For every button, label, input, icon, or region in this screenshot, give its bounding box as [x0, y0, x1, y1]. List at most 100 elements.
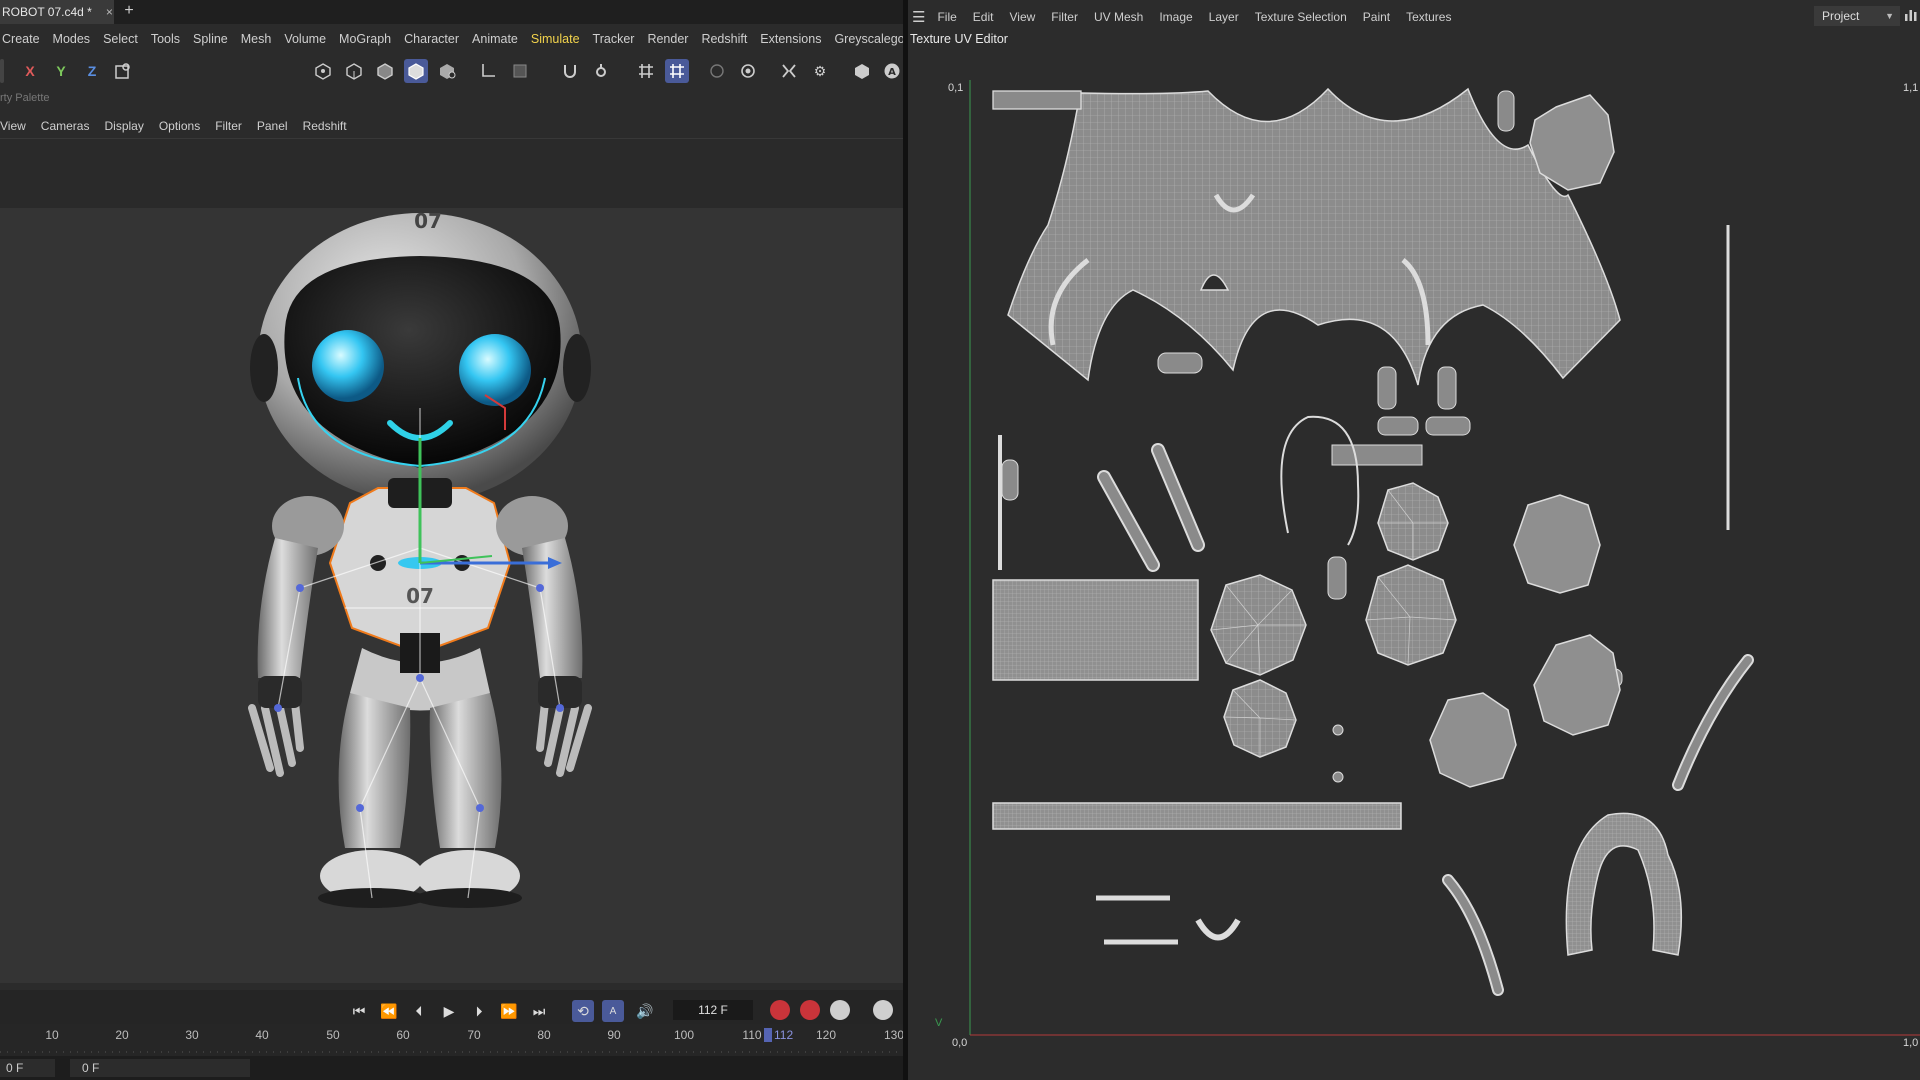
- viewport-menu-cameras[interactable]: Cameras: [41, 119, 90, 133]
- uv-menu-image[interactable]: Image: [1159, 10, 1192, 24]
- new-tab-button[interactable]: +: [120, 2, 138, 22]
- layout-bars-icon[interactable]: [1904, 8, 1918, 22]
- end-frame-field[interactable]: 0 F: [70, 1059, 250, 1077]
- uv-editor-title: Texture UV Editor: [910, 32, 1008, 46]
- ruler-ticks: [0, 1051, 903, 1053]
- menu-mograph[interactable]: MoGraph: [339, 32, 391, 46]
- playback-rate-icon[interactable]: A: [602, 1000, 624, 1022]
- simulation-icon[interactable]: [777, 59, 801, 83]
- viewport-menu-view[interactable]: View: [0, 119, 26, 133]
- tweak-mode-icon[interactable]: [508, 59, 532, 83]
- menu-animate[interactable]: Animate: [472, 32, 518, 46]
- previous-frame-icon[interactable]: ⏴: [408, 1000, 430, 1022]
- points-mode-icon[interactable]: [311, 59, 335, 83]
- menu-mesh[interactable]: Mesh: [241, 32, 272, 46]
- menu-tracker[interactable]: Tracker: [593, 32, 635, 46]
- menu-volume[interactable]: Volume: [284, 32, 326, 46]
- autokey-icon[interactable]: [800, 1000, 820, 1020]
- axis-mode-icon[interactable]: [476, 59, 500, 83]
- menu-render[interactable]: Render: [647, 32, 688, 46]
- keyframe-settings-icon[interactable]: [830, 1000, 850, 1020]
- current-frame-field[interactable]: 112 F: [673, 1000, 753, 1020]
- model-mode-icon[interactable]: [404, 59, 428, 83]
- menu-redshift[interactable]: Redshift: [701, 32, 747, 46]
- snap-icon[interactable]: [558, 59, 582, 83]
- redshift-icon[interactable]: [850, 59, 874, 83]
- lock-x-axis-button[interactable]: X: [18, 59, 42, 83]
- coordinate-system-icon[interactable]: [111, 59, 135, 83]
- viewport-menu-filter[interactable]: Filter: [215, 119, 242, 133]
- uv-island-capsule: [1001, 459, 1019, 501]
- tick-label: 20: [115, 1028, 129, 1042]
- toolbar-edge: [0, 59, 4, 83]
- document-tab[interactable]: ROBOT 07.c4d * ×: [0, 0, 114, 24]
- snap-settings-icon[interactable]: [589, 59, 613, 83]
- viewport-menu-redshift[interactable]: Redshift: [303, 119, 347, 133]
- uv-island-capsule: [1377, 416, 1419, 436]
- sound-icon[interactable]: 🔊: [634, 1000, 656, 1022]
- lock-y-axis-button[interactable]: Y: [49, 59, 73, 83]
- close-tab-icon[interactable]: ×: [106, 5, 113, 19]
- tick-label: 110: [742, 1028, 762, 1042]
- uv-coord-top-right: 1,1: [1903, 82, 1919, 94]
- menu-tools[interactable]: Tools: [151, 32, 180, 46]
- timeline-ruler[interactable]: 10 20 30 40 50 60 70 80 90 100 110 120 1…: [0, 1024, 903, 1056]
- polygons-mode-icon[interactable]: [373, 59, 397, 83]
- menu-modes[interactable]: Modes: [53, 32, 91, 46]
- go-to-start-icon[interactable]: ⏮: [348, 1000, 370, 1022]
- robot-model[interactable]: 07 07: [0, 208, 903, 983]
- v-axis-label: V: [935, 1017, 943, 1029]
- viewport-menu-display[interactable]: Display: [104, 119, 143, 133]
- main-menubar: Create Modes Select Tools Spline Mesh Vo…: [0, 27, 903, 51]
- uv-island-strip-top: [992, 90, 1082, 110]
- uv-island-capsule: [1327, 556, 1347, 600]
- render-settings-icon[interactable]: [736, 59, 760, 83]
- next-frame-icon[interactable]: ⏵: [468, 1000, 490, 1022]
- project-dropdown-label: Project: [1822, 9, 1860, 23]
- menu-select[interactable]: Select: [103, 32, 138, 46]
- menu-extensions[interactable]: Extensions: [760, 32, 821, 46]
- menu-character[interactable]: Character: [404, 32, 459, 46]
- menu-spline[interactable]: Spline: [193, 32, 228, 46]
- playhead-handle[interactable]: [764, 1028, 772, 1042]
- uv-menu-view[interactable]: View: [1009, 10, 1035, 24]
- viewport-menu-options[interactable]: Options: [159, 119, 200, 133]
- uv-menu-textures[interactable]: Textures: [1406, 10, 1451, 24]
- uv-mode-icon[interactable]: [435, 59, 459, 83]
- render-region-icon[interactable]: [705, 59, 729, 83]
- menu-create[interactable]: Create: [2, 32, 40, 46]
- uv-island-discs-left: [1210, 574, 1307, 758]
- record-keys-icon[interactable]: [770, 1000, 790, 1020]
- 3d-viewport[interactable]: 07 07: [0, 208, 903, 983]
- previous-key-icon[interactable]: ⏪: [378, 1000, 400, 1022]
- next-key-icon[interactable]: ⏩: [498, 1000, 520, 1022]
- uv-menu-layer[interactable]: Layer: [1209, 10, 1239, 24]
- viewport-header-area: [0, 138, 903, 209]
- go-to-end-icon[interactable]: ⏭: [528, 1000, 550, 1022]
- menu-greyscalegorilla[interactable]: Greyscalegorilla: [834, 32, 903, 46]
- uv-menu-edit[interactable]: Edit: [973, 10, 994, 24]
- menu-simulate[interactable]: Simulate: [531, 32, 580, 46]
- uv-menu-uv-mesh[interactable]: UV Mesh: [1094, 10, 1143, 24]
- playhead-frame-label: 112: [774, 1028, 794, 1042]
- timeline-options-icon[interactable]: [873, 1000, 893, 1020]
- uv-menu-texture-selection[interactable]: Texture Selection: [1255, 10, 1347, 24]
- lock-z-axis-button[interactable]: Z: [80, 59, 104, 83]
- project-dropdown[interactable]: Project ▼: [1814, 6, 1900, 26]
- loop-icon[interactable]: ⟲: [572, 1000, 594, 1022]
- autodesk-icon[interactable]: A: [880, 59, 903, 83]
- viewport-menu-panel[interactable]: Panel: [257, 119, 288, 133]
- svg-text:A: A: [888, 67, 896, 78]
- play-icon[interactable]: ▶: [438, 1000, 460, 1022]
- uv-island-panel: [992, 579, 1199, 681]
- start-frame-field[interactable]: 0 F: [0, 1059, 55, 1077]
- grid-icon[interactable]: [634, 59, 658, 83]
- workplane-grid-icon[interactable]: [665, 59, 689, 83]
- uv-menu-file[interactable]: File: [937, 10, 956, 24]
- uv-menu-filter[interactable]: Filter: [1051, 10, 1078, 24]
- uv-canvas[interactable]: 0,1 1,1 0,0 1,0 V: [908, 45, 1920, 1080]
- settings-gear-icon[interactable]: ⚙: [808, 59, 832, 83]
- uv-menu-paint[interactable]: Paint: [1363, 10, 1390, 24]
- hamburger-menu-icon[interactable]: ☰: [912, 8, 925, 26]
- edges-mode-icon[interactable]: [342, 59, 366, 83]
